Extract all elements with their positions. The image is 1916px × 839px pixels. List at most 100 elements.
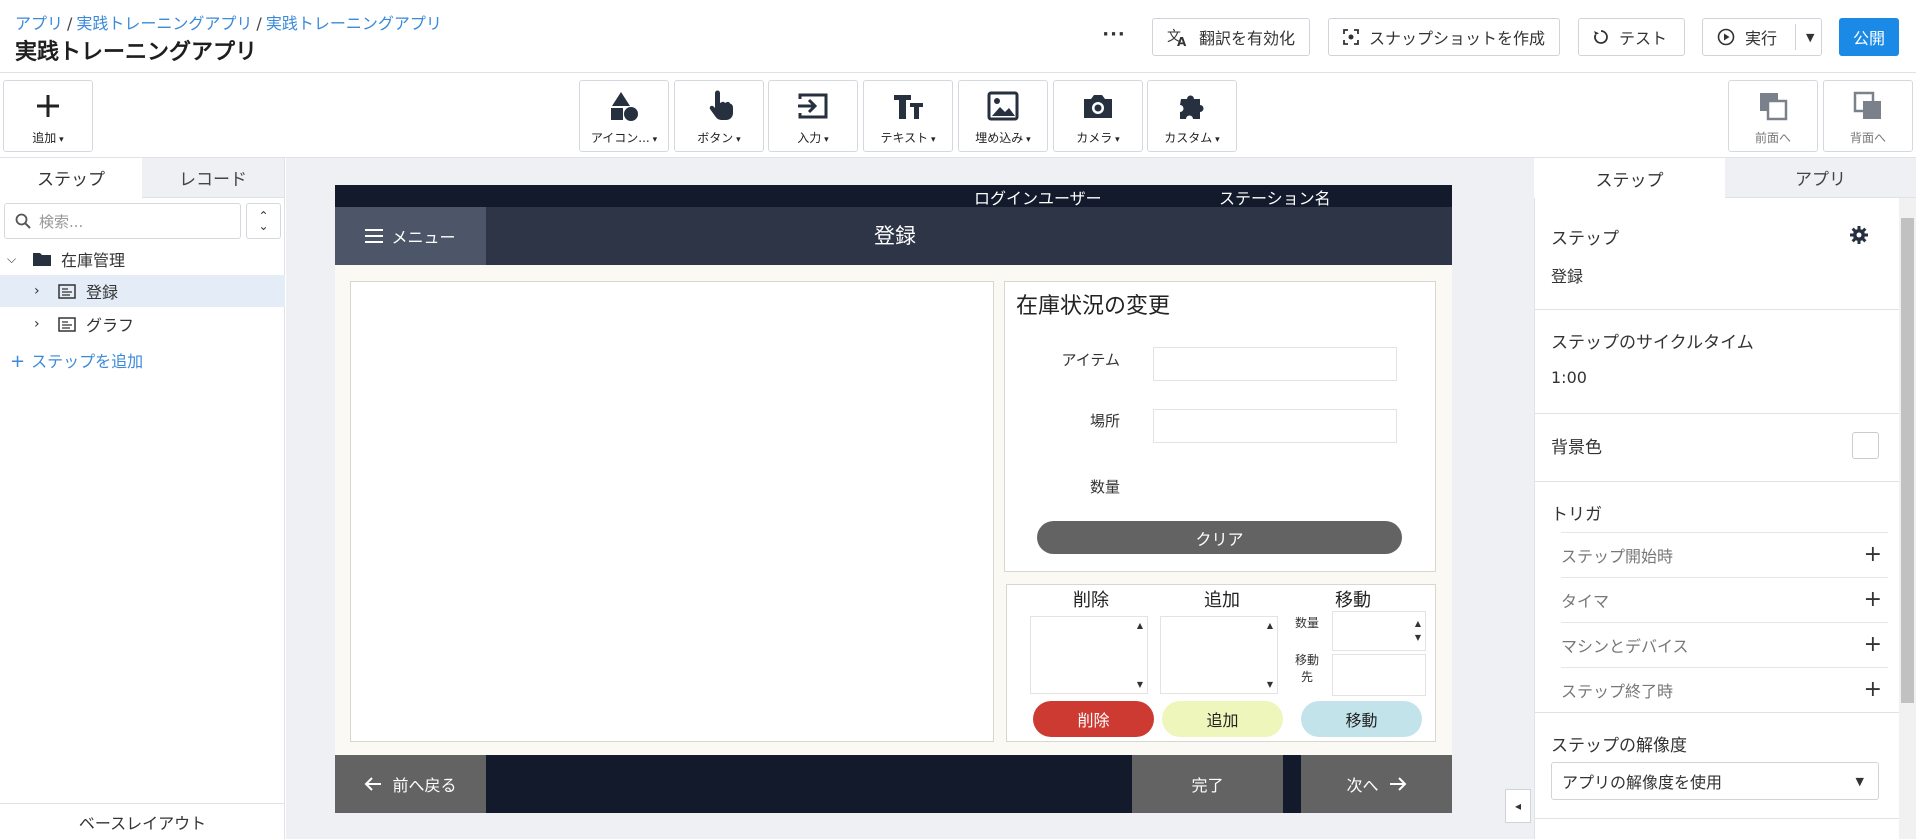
listbox-scrollbar[interactable]: ▲ ▼ (1265, 621, 1275, 689)
move-quantity-label: 数量 (1294, 616, 1319, 630)
run-dropdown-icon[interactable]: ▼ (1795, 24, 1814, 50)
stepper-up-icon: ▲ (1414, 619, 1421, 628)
search-input[interactable]: 検索... (4, 203, 241, 239)
trigger-step-start[interactable]: ステップ開始時 + (1561, 532, 1888, 576)
step-name-value: 登録 (1551, 267, 1584, 286)
cycle-time-value[interactable]: 1:00 (1551, 368, 1587, 387)
step-label: ステップ (1551, 229, 1619, 249)
enable-translation-button[interactable]: 文A 翻訳を有効化 (1152, 18, 1310, 56)
run-button[interactable]: 実行 ▼ (1702, 18, 1822, 56)
step-title: 登録 (874, 224, 916, 248)
trigger-step-end[interactable]: ステップ終了時 + (1561, 667, 1888, 711)
tool-button[interactable]: ボタン (674, 80, 764, 152)
tool-icon-shapes[interactable]: アイコン... (579, 80, 669, 152)
base-layout-button[interactable]: ベースレイアウト (0, 803, 285, 839)
chevron-down-icon[interactable]: ⌵ (7, 252, 25, 267)
item-input[interactable] (1153, 347, 1397, 381)
stepper-arrows[interactable]: ▲ ▼ (1415, 617, 1421, 645)
location-input[interactable] (1153, 409, 1397, 443)
chevron-right-icon[interactable]: › (34, 283, 46, 299)
plus-icon[interactable]: + (1864, 632, 1882, 657)
background-color-swatch[interactable] (1852, 432, 1879, 459)
input-icon (798, 93, 828, 119)
test-button[interactable]: テスト (1578, 18, 1685, 56)
publish-button[interactable]: 公開 (1839, 18, 1899, 56)
move-destination-label: 移動先 (1294, 653, 1319, 684)
send-to-back-button[interactable]: 背面へ (1823, 80, 1913, 152)
tool-input[interactable]: 入力 (768, 80, 858, 152)
inventory-title: 在庫状況の変更 (1016, 294, 1171, 319)
tool-embed[interactable]: 埋め込み (958, 80, 1048, 152)
breadcrumb-apps[interactable]: アプリ (15, 14, 63, 33)
tool-camera[interactable]: カメラ (1053, 80, 1143, 152)
create-snapshot-button[interactable]: スナップショットを作成 (1328, 18, 1560, 56)
item-label: アイテム (1061, 351, 1120, 369)
collapse-panel-button[interactable]: ◂ (1505, 789, 1531, 823)
add-widget-button[interactable]: 追加 (3, 80, 93, 152)
scroll-down-icon: ▼ (1136, 680, 1144, 689)
bring-to-front-button[interactable]: 前面へ (1728, 80, 1818, 152)
breadcrumb-app-1[interactable]: 実践トレーニングアプリ (76, 14, 252, 33)
move-button[interactable]: 移動 (1301, 701, 1422, 737)
step-icon (58, 316, 76, 332)
divider (1534, 481, 1900, 482)
complete-button[interactable]: 完了 (1132, 755, 1283, 813)
next-button[interactable]: 次へ (1301, 755, 1452, 813)
plus-icon[interactable]: + (1864, 677, 1882, 702)
tool-custom[interactable]: カスタム (1147, 80, 1237, 152)
breadcrumb-app-2[interactable]: 実践トレーニングアプリ (266, 14, 442, 33)
bring-front-icon (1760, 93, 1788, 121)
tree-folder-inventory[interactable]: ⌵ 在庫管理 (0, 243, 285, 275)
gear-icon[interactable] (1850, 226, 1868, 244)
camera-icon (1084, 95, 1112, 118)
cycle-time-label: ステップのサイクルタイム (1551, 333, 1754, 353)
tree-step-register[interactable]: › 登録 (0, 275, 285, 307)
menu-button[interactable]: メニュー (335, 207, 486, 265)
delete-listbox[interactable]: ▲ ▼ (1030, 616, 1148, 694)
step-icon (58, 283, 76, 299)
sort-button[interactable]: ⌃ ⌄ (246, 203, 281, 239)
tab-records[interactable]: レコード (142, 158, 284, 198)
add-heading: 追加 (1204, 590, 1240, 611)
divider (1534, 818, 1900, 819)
trigger-machines-devices[interactable]: マシンとデバイス + (1561, 622, 1888, 666)
add-button[interactable]: 追加 (1162, 701, 1283, 737)
quantity-label: 数量 (1089, 478, 1120, 496)
tab-app-properties[interactable]: アプリ (1725, 158, 1916, 198)
scrollbar-thumb[interactable] (1901, 218, 1914, 703)
tree-step-graph[interactable]: › グラフ (0, 308, 285, 340)
image-placeholder[interactable] (350, 281, 994, 742)
plus-icon[interactable]: + (1864, 587, 1882, 612)
page-title: 実践トレーニングアプリ (15, 40, 258, 65)
chevron-left-icon: ◂ (1514, 799, 1522, 813)
tab-step-properties[interactable]: ステップ (1534, 158, 1725, 198)
back-button[interactable]: 前へ戻る (335, 755, 486, 813)
move-quantity-stepper[interactable]: ▲ ▼ (1332, 611, 1426, 651)
replay-icon (1594, 30, 1608, 44)
scroll-down-icon: ▼ (1266, 680, 1274, 689)
resolution-select[interactable]: アプリの解像度を使用 ▼ (1551, 762, 1879, 800)
move-destination-input[interactable] (1332, 654, 1426, 696)
breadcrumb: アプリ / 実践トレーニングアプリ / 実践トレーニングアプリ (15, 14, 442, 33)
arrow-right-icon (1389, 777, 1406, 791)
text-icon (894, 95, 923, 119)
resolution-label: ステップの解像度 (1551, 736, 1687, 756)
clear-button[interactable]: クリア (1037, 521, 1402, 554)
listbox-scrollbar[interactable]: ▲ ▼ (1135, 621, 1145, 689)
background-color-label: 背景色 (1551, 438, 1602, 458)
add-listbox[interactable]: ▲ ▼ (1160, 616, 1278, 694)
add-step-link[interactable]: + ステップを追加 (10, 348, 143, 372)
trigger-timer[interactable]: タイマ + (1561, 577, 1888, 621)
more-options-button[interactable]: ··· (1098, 22, 1130, 52)
chevron-right-icon[interactable]: › (34, 316, 46, 332)
divider (1534, 413, 1900, 414)
pointer-hand-icon (709, 90, 733, 120)
chevron-down-icon: ⌄ (258, 219, 269, 233)
tree-step-label: 登録 (86, 283, 119, 302)
app-status-bar: ログインユーザー ステーション名 (335, 185, 1452, 208)
delete-button[interactable]: 削除 (1033, 701, 1154, 737)
plus-icon[interactable]: + (1864, 542, 1882, 567)
tool-text[interactable]: テキスト (863, 80, 953, 152)
tab-steps[interactable]: ステップ (0, 158, 142, 198)
chevron-down-icon: ▼ (1855, 774, 1864, 788)
